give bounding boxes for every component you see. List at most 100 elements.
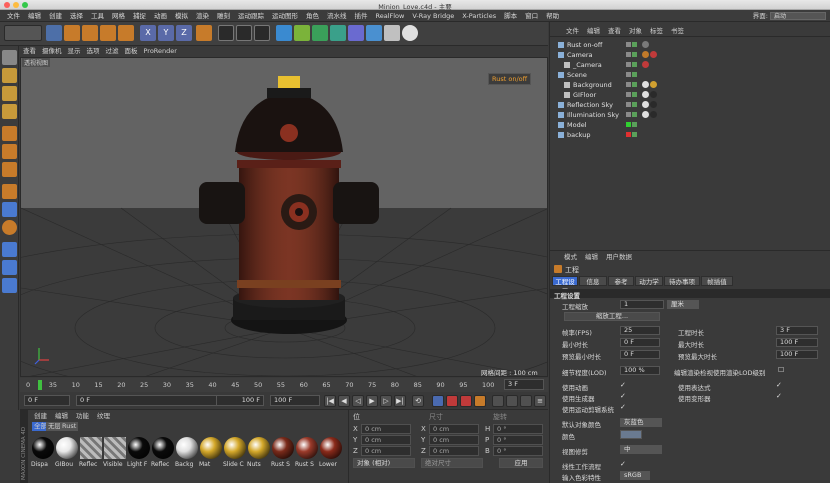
object-tag-icon[interactable] — [642, 91, 649, 98]
coord-value-field[interactable]: 0 cm — [361, 435, 411, 445]
layout-select[interactable]: 启动 — [770, 12, 826, 20]
scale-key-icon[interactable] — [506, 395, 518, 407]
generator-icon[interactable] — [330, 25, 346, 41]
material-swatch[interactable]: Lower — [319, 433, 343, 479]
object-tag-icon[interactable] — [642, 41, 649, 48]
next-key-button[interactable]: ▶| — [394, 395, 406, 407]
enable-toggle[interactable] — [632, 112, 637, 117]
coord-size-select[interactable]: 绝对尺寸 — [421, 458, 483, 468]
menu-item[interactable]: 创建 — [45, 10, 66, 22]
viewport-menu-item[interactable]: 过滤 — [103, 46, 122, 57]
live-selection-icon[interactable] — [46, 25, 62, 41]
coord-value-field[interactable]: 0 cm — [429, 424, 479, 434]
project-scale-unit-select[interactable]: 厘米 — [667, 300, 699, 309]
menu-item[interactable]: 运动跟踪 — [234, 10, 268, 22]
render-settings-icon[interactable] — [254, 25, 270, 41]
coord-value-field[interactable]: 0 cm — [429, 446, 479, 456]
coordinate-system-icon[interactable] — [196, 25, 212, 41]
material-swatch[interactable]: Light F — [127, 433, 151, 479]
lock-workplane-icon[interactable] — [2, 242, 17, 257]
material-swatch[interactable]: Nuts — [247, 433, 271, 479]
prev-key-button[interactable]: ◀ — [338, 395, 350, 407]
object-menu-item[interactable]: 文件 — [562, 26, 583, 36]
menu-item[interactable]: 雕刻 — [213, 10, 234, 22]
enable-toggle[interactable] — [632, 62, 637, 67]
viewport-menu-item[interactable]: ProRender — [141, 46, 180, 57]
material-swatch[interactable]: Reflec — [151, 433, 175, 479]
object-menu-item[interactable]: 编辑 — [583, 26, 604, 36]
material-swatch[interactable]: Visible — [103, 433, 127, 479]
visibility-toggle[interactable] — [626, 92, 631, 97]
menu-item[interactable]: 流水线 — [323, 10, 351, 22]
visibility-toggle[interactable] — [626, 82, 631, 87]
attribute-tab[interactable]: 动力学 — [635, 276, 663, 286]
material-menu-item[interactable]: 功能 — [72, 411, 93, 421]
preview-max-field[interactable]: 100 F — [776, 350, 818, 359]
menu-item[interactable]: 模拟 — [171, 10, 192, 22]
cube-icon[interactable] — [276, 25, 292, 41]
light-icon[interactable] — [402, 25, 418, 41]
material-swatch[interactable]: Rust S — [271, 433, 295, 479]
viewport-menu-item[interactable]: 选项 — [84, 46, 103, 57]
visibility-toggle[interactable] — [626, 52, 631, 57]
enable-toggle[interactable] — [632, 72, 637, 77]
object-row[interactable]: GIFloor — [550, 90, 830, 100]
object-tag-icon[interactable] — [642, 51, 649, 58]
recent-tool-icon[interactable] — [118, 25, 134, 41]
visibility-toggle[interactable] — [626, 72, 631, 77]
goto-start-button[interactable]: |◀ — [324, 395, 336, 407]
attribute-tab[interactable]: 帧插值 — [701, 276, 733, 286]
material-swatch[interactable]: Mat — [199, 433, 223, 479]
points-mode-icon[interactable] — [2, 126, 17, 141]
enable-toggle[interactable] — [632, 92, 637, 97]
enable-toggle[interactable] — [632, 102, 637, 107]
coord-value-field[interactable]: 0 ° — [493, 446, 543, 456]
edges-mode-icon[interactable] — [2, 144, 17, 159]
tweak-mode-icon[interactable] — [2, 202, 17, 217]
attribute-menu-item[interactable]: 用户数据 — [602, 252, 636, 262]
enable-toggle[interactable] — [632, 42, 637, 47]
timeline-ruler[interactable]: 0 35 10 15 20 25 30 35 40 45 50 55 60 65 70 75 80 85 90 95 1… — [20, 378, 548, 392]
object-tag-icon[interactable] — [650, 111, 657, 118]
grid-icon[interactable] — [2, 260, 17, 275]
material-tab[interactable]: Rust — [60, 422, 79, 431]
solo-icon[interactable] — [2, 278, 17, 293]
material-swatch[interactable]: Slide C — [223, 433, 247, 479]
object-tag-icon[interactable] — [650, 91, 657, 98]
viewport-menu-item[interactable]: 摄像机 — [39, 46, 65, 57]
playhead-marker[interactable] — [38, 380, 42, 390]
visibility-toggle[interactable] — [626, 102, 631, 107]
max-time-field[interactable]: 100 F — [776, 338, 818, 347]
move-tool-icon[interactable] — [64, 25, 80, 41]
prev-frame-button[interactable]: ◁ — [352, 395, 364, 407]
use-generator-checkbox[interactable]: ✓ — [620, 392, 626, 400]
attribute-tab[interactable]: 信息 — [579, 276, 607, 286]
scale-project-button[interactable]: 缩放工程... — [564, 312, 660, 321]
camera-icon[interactable] — [384, 25, 400, 41]
texture-mode-icon[interactable] — [2, 86, 17, 101]
visibility-toggle[interactable] — [626, 112, 631, 117]
object-row[interactable]: _Camera — [550, 60, 830, 70]
enable-toggle[interactable] — [632, 132, 637, 137]
material-swatch[interactable]: GIBou — [55, 433, 79, 479]
linear-workflow-checkbox[interactable]: ✓ — [620, 460, 626, 468]
coord-value-field[interactable]: 0 cm — [361, 446, 411, 456]
next-frame-button[interactable]: ▷ — [380, 395, 392, 407]
apply-button[interactable]: 应用 — [499, 458, 543, 468]
object-tag-icon[interactable] — [650, 51, 657, 58]
menu-item[interactable]: 角色 — [302, 10, 323, 22]
enable-toggle[interactable] — [632, 52, 637, 57]
menu-item[interactable]: 渲染 — [192, 10, 213, 22]
object-tag-icon[interactable] — [650, 101, 657, 108]
viewport-menu-item[interactable]: 显示 — [65, 46, 84, 57]
attribute-tab[interactable]: 工程设置 — [552, 276, 578, 296]
object-menu-item[interactable]: 书签 — [667, 26, 688, 36]
rotate-tool-icon[interactable] — [100, 25, 116, 41]
spline-pen-icon[interactable] — [294, 25, 310, 41]
make-editable-icon[interactable] — [2, 50, 17, 65]
undo-redo-group[interactable] — [4, 25, 42, 41]
rotation-key-icon[interactable] — [520, 395, 532, 407]
object-tag-icon[interactable] — [642, 111, 649, 118]
object-row[interactable]: Model — [550, 120, 830, 130]
material-swatch[interactable]: Dispa — [31, 433, 55, 479]
